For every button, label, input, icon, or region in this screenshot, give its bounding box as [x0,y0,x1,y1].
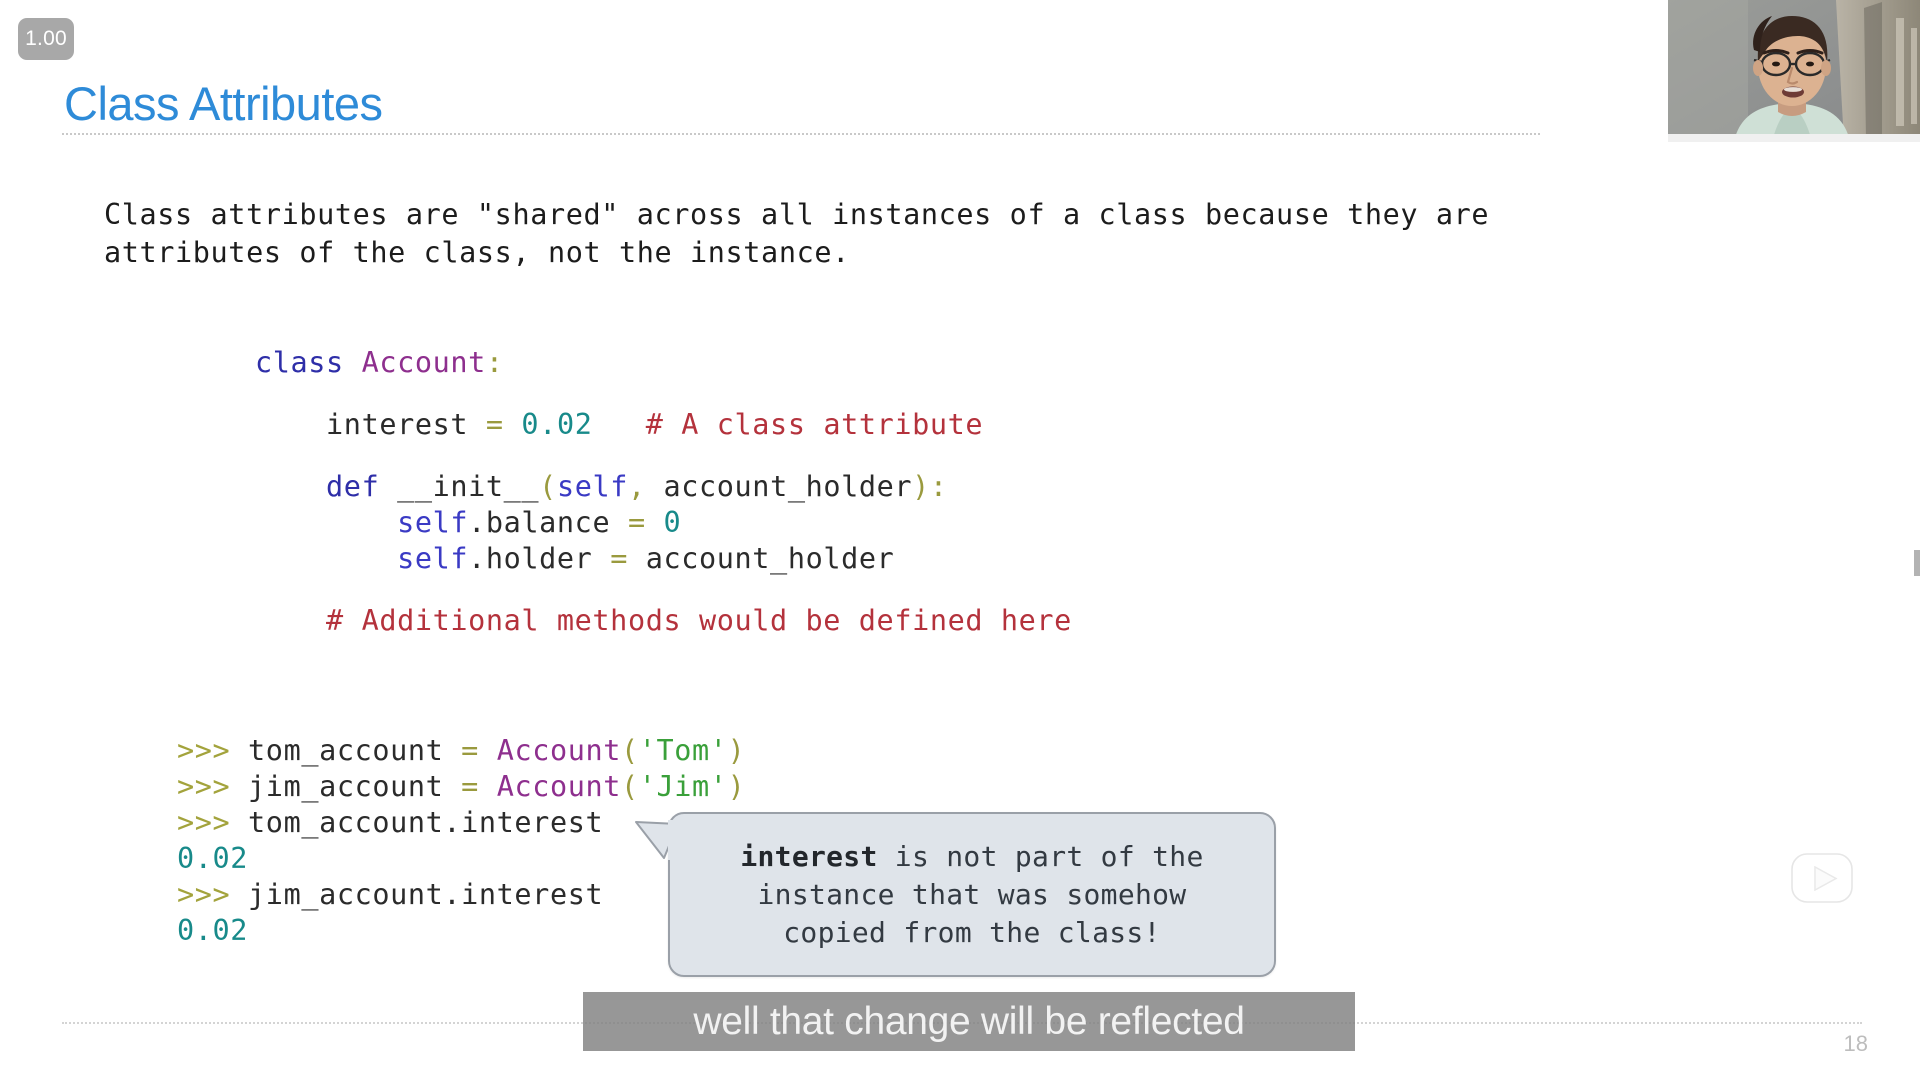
code-token: = [610,542,628,575]
code-token: Account [496,770,621,803]
code-line: def __init__(self, account_holder): [255,469,1072,505]
code-token: # Additional methods would be defined he… [326,604,1072,637]
code-token: # A class attribute [645,408,984,441]
code-token: . [468,506,486,539]
code-token: __init__ [397,470,540,503]
tv-play-icon[interactable] [1784,840,1864,912]
code-token: class [255,346,344,379]
code-token: account_holder [663,470,913,503]
code-token: account_holder [645,542,895,575]
code-token: jim_account [248,770,444,803]
code-token: >>> [177,878,231,911]
code-token: = [485,408,504,441]
code-token: >>> [177,770,231,803]
code-token: ) [727,770,746,803]
callout-tail-icon [634,820,680,860]
code-token: 0.02 [521,408,593,441]
code-token: , [627,470,646,503]
code-token: Account [361,346,486,379]
playback-speed-badge[interactable]: 1.00 [18,18,74,60]
code-line: class Account: [255,345,1072,381]
code-token: ( [539,470,557,503]
callout-bold-term: interest [740,839,878,873]
code-token: self [556,470,628,503]
code-token: : [485,346,504,379]
repl-line: >>> tom_account = Account('Tom') [177,733,745,769]
code-token: 0 [663,506,682,539]
repl-line: >>> jim_account = Account('Jim') [177,769,745,805]
code-token: >>> [177,734,231,767]
code-token: = [461,734,479,767]
code-token: = [627,506,646,539]
code-token: ) [727,734,746,767]
repl-line: >>> jim_account.interest [177,877,745,913]
code-token: = [461,770,479,803]
code-token: . [468,542,486,575]
code-token: self [397,542,469,575]
code-token: tom_account [248,734,444,767]
code-line: interest = 0.02 # A class attribute [255,407,1072,443]
code-line: self.holder = account_holder [255,541,1072,577]
callout-bubble: interest is not part of the instance tha… [635,812,1276,977]
code-token: ( [621,770,639,803]
code-line: # Additional methods would be defined he… [255,603,1072,639]
code-token: balance [485,506,611,539]
code-token: Account [496,734,621,767]
code-token: >>> [177,806,231,839]
code-line: self.balance = 0 [255,505,1072,541]
code-token: interest [326,408,469,441]
caption-bar: well that change will be reflected [583,992,1355,1051]
page-title: Class Attributes [64,77,383,130]
code-token: def [326,470,380,503]
slide-body-text: Class attributes are "shared" across all… [104,198,1490,269]
title-divider [62,133,1540,135]
code-token: ): [912,470,948,503]
code-token: 0.02 [177,914,249,947]
code-token: jim_account.interest [248,878,604,911]
code-token: tom_account.interest [248,806,604,839]
right-edge-artifact [1914,550,1920,576]
caption-text: well that change will be reflected [693,999,1245,1043]
code-token: self [397,506,469,539]
slide-surface: Class Attributes Class attributes are "s… [0,0,1920,1080]
webcam-overlay[interactable] [1668,0,1920,142]
code-block: class Account: interest = 0.02 # A class… [255,345,1072,639]
page-number: 18 [1843,1031,1868,1056]
code-token: 'Tom' [638,734,728,767]
callout-text: interest is not part of the instance tha… [740,839,1204,949]
code-token: 0.02 [177,842,249,875]
code-token: ( [621,734,639,767]
code-token: 'Jim' [638,770,728,803]
code-token: holder [485,542,593,575]
repl-line: 0.02 [177,913,745,949]
